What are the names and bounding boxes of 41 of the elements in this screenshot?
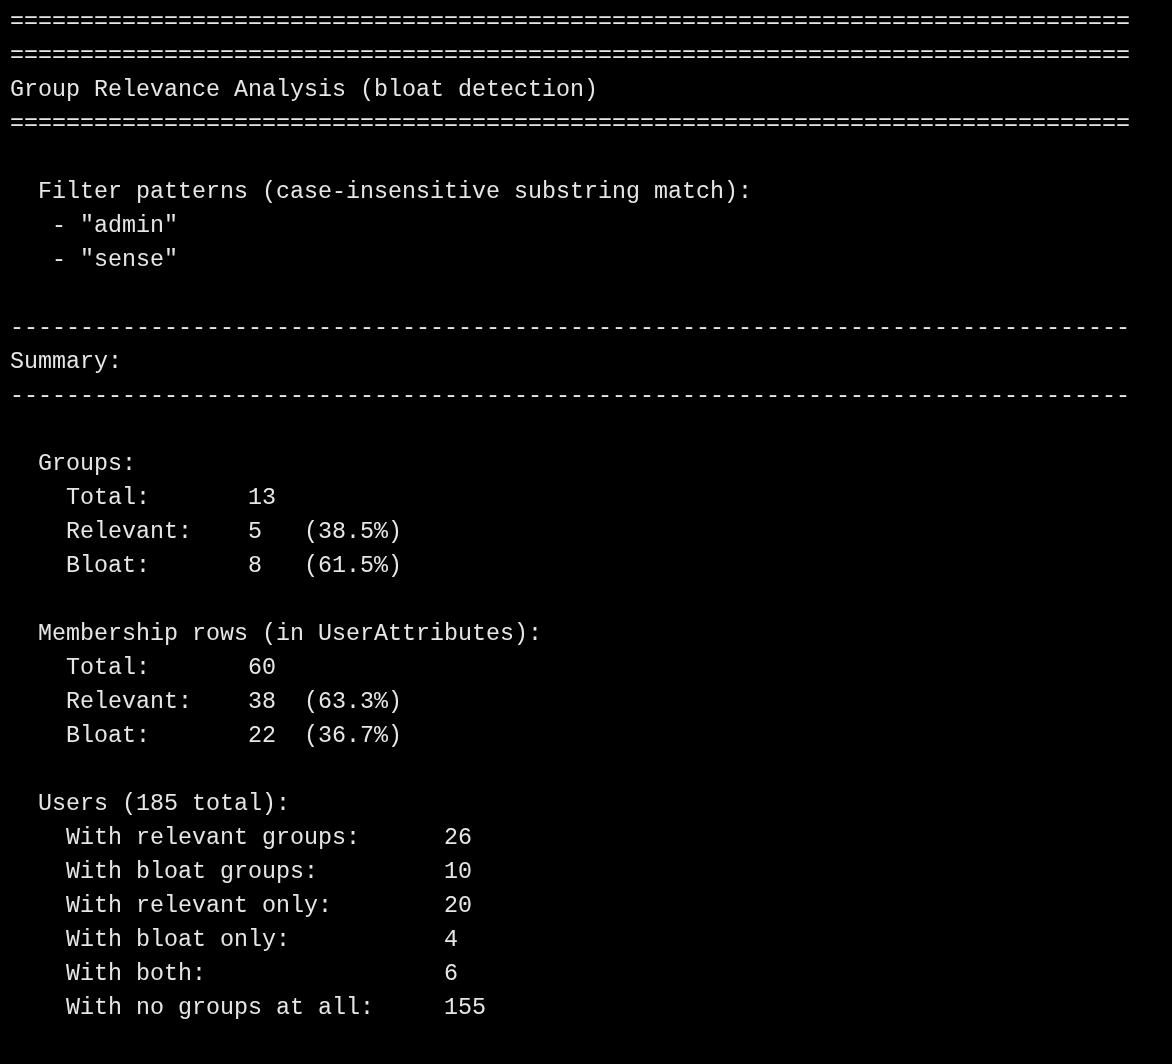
stat-value: 26 [443, 824, 472, 853]
stat-value: 38 [247, 688, 276, 717]
stat-value: 5 [247, 518, 263, 547]
stat-value: 8 [247, 552, 263, 581]
stat-label: Total: [66, 485, 150, 511]
stat-label: Relevant: [66, 519, 192, 545]
stat-label: With bloat groups: [66, 859, 318, 885]
stat-percent: (63.3%) [303, 688, 402, 717]
stat-label: With relevant groups: [66, 825, 360, 851]
separator-line: -------------------------------------------------------------------------------- [10, 382, 1130, 411]
stat-percent: (61.5%) [303, 552, 402, 581]
stat-value: 155 [443, 994, 486, 1023]
stat-label: With both: [66, 961, 206, 987]
section-title: Group Relevance Analysis (bloat detection) [10, 76, 598, 105]
stat-label: With relevant only: [66, 893, 332, 919]
separator-line: ================================================================================ [10, 110, 1130, 139]
stat-label: Relevant: [66, 689, 192, 715]
stat-label: Bloat: [66, 553, 150, 579]
stat-value: 22 [247, 722, 276, 751]
stat-label: With no groups at all: [66, 995, 374, 1021]
separator-line: ================================================================================ [10, 8, 1130, 37]
stat-percent: (36.7%) [303, 722, 402, 751]
section-heading: Users (185 total): [38, 790, 290, 819]
stat-value: 10 [443, 858, 472, 887]
stat-percent: (38.5%) [303, 518, 402, 547]
stat-label: With bloat only: [66, 927, 290, 953]
section-heading: Membership rows (in UserAttributes): [38, 620, 542, 649]
filter-pattern: - "sense" [52, 246, 178, 275]
stat-label: Total: [66, 655, 150, 681]
stat-value: 60 [247, 654, 276, 683]
separator-line: ================================================================================ [10, 42, 1130, 71]
stat-value: 6 [443, 960, 459, 989]
section-title: Summary: [10, 348, 122, 377]
stat-value: 13 [247, 484, 276, 513]
filter-pattern: - "admin" [52, 212, 178, 241]
section-heading: Filter patterns (case-insensitive substring match): [38, 178, 752, 207]
stat-value: 20 [443, 892, 472, 921]
stat-value: 4 [443, 926, 459, 955]
section-heading: Groups: [38, 450, 136, 479]
separator-line: -------------------------------------------------------------------------------- [10, 314, 1130, 343]
stat-label: Bloat: [66, 723, 150, 749]
